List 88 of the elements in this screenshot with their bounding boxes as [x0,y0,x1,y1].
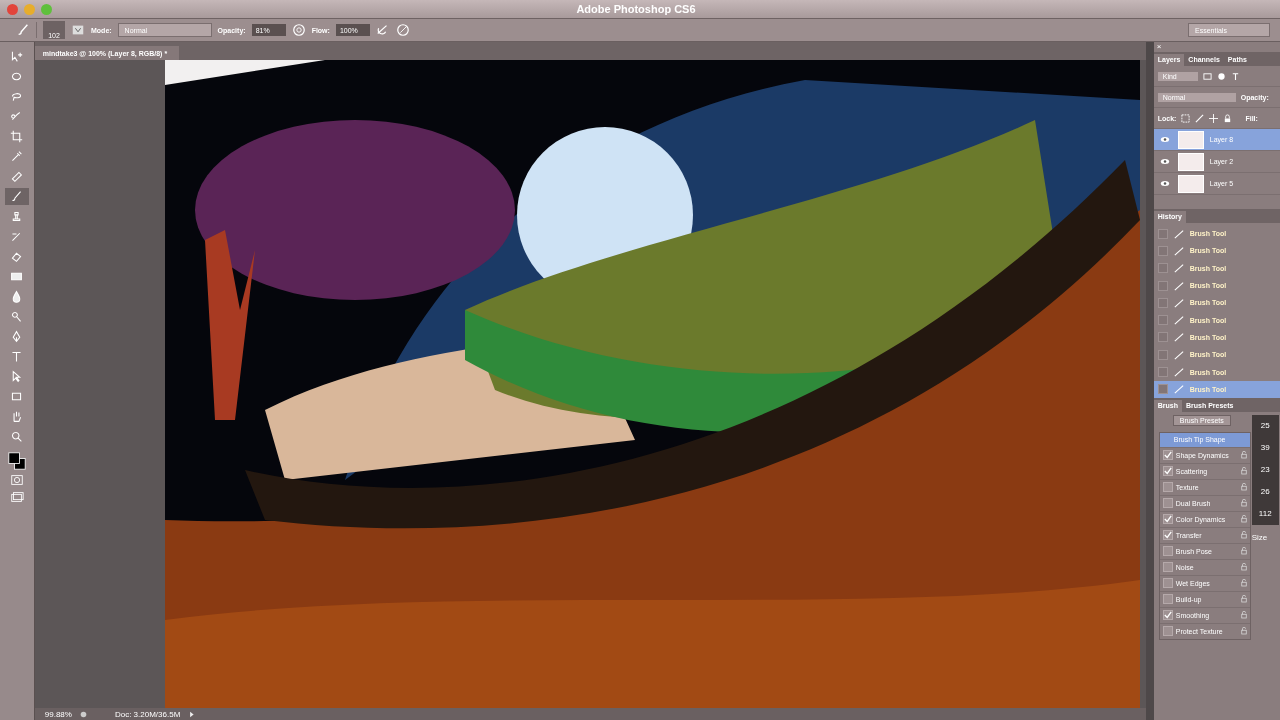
lock-icon[interactable] [1240,467,1247,476]
checkbox[interactable] [1162,514,1173,525]
brush-tip-grid[interactable]: 25 39 23 26 112 [1251,414,1279,525]
eye-icon[interactable] [1159,158,1170,165]
adjustment-filter-icon[interactable] [1216,71,1226,81]
type-icon [10,350,24,363]
close-button[interactable] [7,3,18,15]
history-source-checkbox[interactable] [1157,280,1168,291]
brush-icon [10,190,24,203]
lock-icon[interactable] [1223,113,1233,123]
pressure-size-icon[interactable] [395,23,410,37]
checkbox[interactable] [1162,610,1173,621]
brush-tool-button[interactable] [4,188,29,205]
history-source-checkbox[interactable] [1157,349,1168,360]
screen-mode-icon[interactable] [9,490,24,504]
eyedropper-icon [10,150,24,163]
move-icon[interactable] [1209,113,1219,123]
checkbox[interactable] [1162,594,1173,605]
history-source-checkbox[interactable] [1157,315,1168,326]
history-source-checkbox[interactable] [1157,384,1168,395]
gradient-icon [10,270,24,283]
lock-icon[interactable] [1240,483,1247,492]
quick-mask-icon[interactable] [9,473,24,487]
lock-icon[interactable] [1240,499,1247,508]
history-source-checkbox[interactable] [1157,332,1168,343]
lock-icon[interactable] [1240,595,1247,604]
healing-icon [10,170,24,183]
close-panel-button[interactable]: × [1153,42,1162,52]
eye-icon[interactable] [1159,180,1170,187]
lock-icon[interactable] [1240,547,1247,556]
document-size: Doc: 3.20M/36.5M [114,709,181,719]
history-source-checkbox[interactable] [1157,263,1168,274]
pressure-opacity-icon[interactable] [291,23,306,37]
brush-icon [1173,315,1184,326]
lock-pixels-icon[interactable] [1181,113,1191,123]
brush-panel-toggle-icon[interactable] [71,23,85,37]
dodge-icon [10,310,24,323]
brush-icon [1173,263,1184,274]
history-source-checkbox[interactable] [1157,245,1168,256]
path-select-icon [10,370,24,383]
checkbox[interactable] [1162,578,1173,589]
eraser-icon [10,250,24,263]
lasso-icon [10,90,24,103]
brush-icon [1173,245,1184,256]
color-swatches-icon[interactable] [7,452,26,470]
zoom-level[interactable]: 99.88% [44,709,72,719]
brush-icon [1173,280,1184,291]
expand-arrow-icon[interactable] [188,710,196,718]
history-source-checkbox[interactable] [1157,228,1168,239]
checkbox[interactable] [1162,450,1173,461]
brush-icon [1173,384,1184,395]
zoom-icon [10,430,24,443]
crop-icon [10,130,24,143]
lock-icon[interactable] [1240,515,1247,524]
checkbox[interactable] [1162,546,1173,557]
move-icon [10,50,24,63]
checkbox[interactable] [1162,498,1173,509]
brush-icon[interactable] [16,23,30,37]
brush-icon [1173,349,1184,360]
checkbox[interactable] [1162,466,1173,477]
layer-thumbnail [1177,152,1204,171]
lock-icon[interactable] [1240,627,1247,636]
lock-icon[interactable] [1240,531,1247,540]
lock-icon[interactable] [1240,611,1247,620]
marquee-icon [10,70,24,83]
window-title: Adobe Photoshop CS6 [575,3,697,15]
brush-icon[interactable] [1195,113,1205,123]
size-label: Size [1251,532,1269,542]
brush-icon [1173,367,1184,377]
history-source-checkbox[interactable] [1157,297,1168,308]
brush-icon [1173,297,1184,308]
eye-icon[interactable] [1159,136,1170,143]
brush-icon [1173,332,1184,343]
hand-icon [10,410,24,423]
layer-thumbnail [1177,130,1204,149]
checkbox[interactable] [1162,626,1173,637]
shape-icon [10,390,24,403]
type-filter-icon[interactable] [1230,71,1240,81]
lock-icon[interactable] [1240,563,1247,572]
lock-icon[interactable] [1240,451,1247,460]
layer-thumbnail [1177,174,1204,193]
lock-icon[interactable] [1240,579,1247,588]
checkbox[interactable] [1162,530,1173,541]
checkbox[interactable] [1162,562,1173,573]
history-source-checkbox[interactable] [1157,367,1168,377]
image-filter-icon[interactable] [1202,71,1212,81]
brush-icon [1173,228,1184,239]
checkbox[interactable] [1162,482,1173,493]
